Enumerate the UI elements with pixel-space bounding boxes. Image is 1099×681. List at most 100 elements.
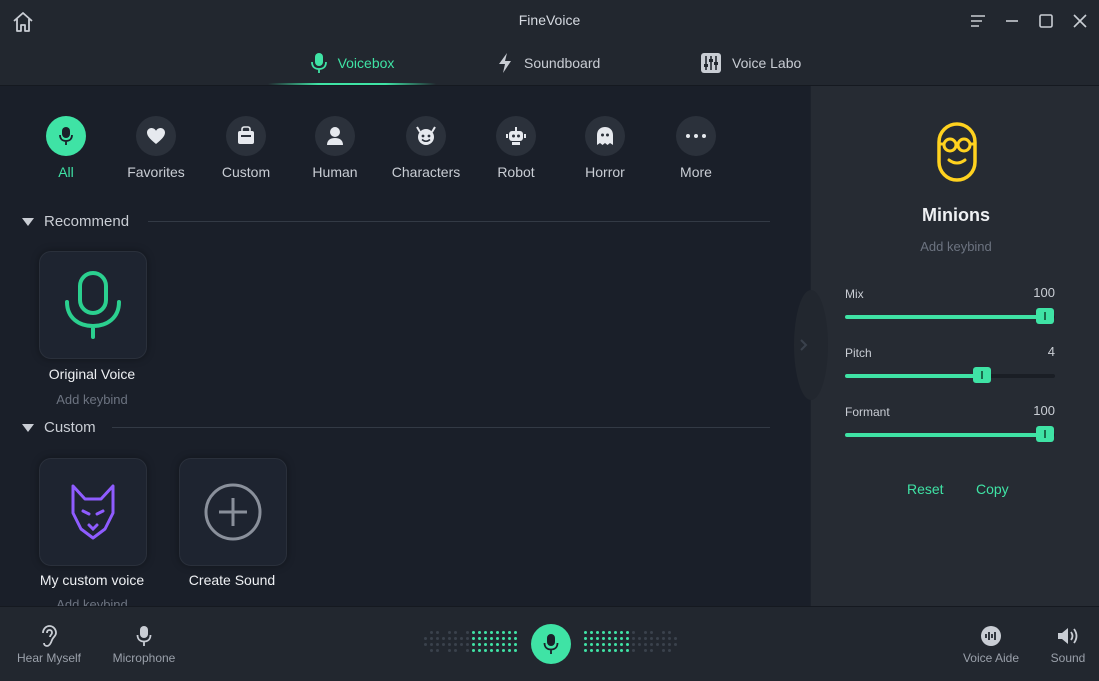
devil-icon <box>416 126 436 145</box>
add-keybind-link[interactable]: Add keybind <box>22 392 162 407</box>
voice-card-original-voice[interactable] <box>39 251 147 359</box>
slider-thumb[interactable] <box>1035 308 1054 324</box>
level-dot <box>472 643 475 646</box>
category-favorites[interactable]: Favorites <box>116 116 196 180</box>
category-characters[interactable]: Characters <box>386 116 466 180</box>
level-dot <box>460 631 463 634</box>
level-dot <box>430 649 433 652</box>
section-recommend-toggle[interactable]: Recommend <box>22 213 129 230</box>
sound-button[interactable]: Sound <box>1040 625 1096 665</box>
voice-aide-button[interactable]: Voice Aide <box>956 625 1026 665</box>
level-dot <box>454 649 457 652</box>
level-dot <box>620 637 623 640</box>
category-more[interactable]: More <box>656 116 736 180</box>
level-dot <box>608 649 611 652</box>
section-custom-toggle[interactable]: Custom <box>22 419 96 436</box>
tab-voicebox-label: Voicebox <box>337 55 395 71</box>
level-dot <box>656 649 659 652</box>
level-dot <box>644 649 647 652</box>
hear-myself-button[interactable]: Hear Myself <box>14 625 84 665</box>
tab-soundboard-label: Soundboard <box>524 55 601 71</box>
level-dot <box>430 643 433 646</box>
formant-value: 100 <box>1033 403 1055 418</box>
level-dot <box>632 637 635 640</box>
level-dot <box>608 637 611 640</box>
level-dot <box>584 643 587 646</box>
level-dot <box>662 649 665 652</box>
level-dot <box>626 631 629 634</box>
copy-button[interactable]: Copy <box>976 481 1009 497</box>
slider-thumb[interactable] <box>972 367 991 383</box>
microphone-button[interactable]: Microphone <box>109 625 179 665</box>
level-dot <box>478 637 481 640</box>
level-dot <box>424 637 427 640</box>
category-human[interactable]: Human <box>295 116 375 180</box>
mic-toggle-button[interactable] <box>531 624 571 664</box>
voice-card-my-custom-voice[interactable] <box>39 458 147 566</box>
voice-card-title: My custom voice <box>39 572 145 588</box>
bottom-bar: Hear Myself Microphone Voice Aide Sound <box>0 606 1099 681</box>
level-dot <box>668 643 671 646</box>
voice-aide-icon <box>981 626 1001 646</box>
slider-thumb[interactable] <box>1035 426 1054 442</box>
menu-icon[interactable] <box>967 10 989 32</box>
pitch-value: 4 <box>1047 344 1055 359</box>
level-dot <box>490 637 493 640</box>
category-horror[interactable]: Horror <box>565 116 645 180</box>
level-dot <box>638 637 641 640</box>
level-dot <box>454 643 457 646</box>
level-dot <box>584 631 587 634</box>
level-dot <box>484 637 487 640</box>
level-dot <box>496 643 499 646</box>
level-dot <box>430 631 433 634</box>
level-dot <box>442 631 445 634</box>
level-dot <box>614 637 617 640</box>
slider-fill <box>845 374 982 378</box>
level-dot <box>448 643 451 646</box>
level-dot <box>590 637 593 640</box>
category-all[interactable]: All <box>26 116 106 180</box>
level-dot <box>614 649 617 652</box>
reset-button[interactable]: Reset <box>907 481 944 497</box>
formant-slider[interactable] <box>845 426 1055 442</box>
input-level-meter-left <box>424 631 517 652</box>
level-dot <box>638 649 641 652</box>
tab-soundboard[interactable]: Soundboard <box>496 42 600 84</box>
collapse-triangle-icon <box>22 423 34 432</box>
level-dot <box>472 637 475 640</box>
tab-voicelabo[interactable]: Voice Labo <box>700 42 801 84</box>
level-dot <box>614 643 617 646</box>
panel-collapse-handle[interactable] <box>794 290 828 400</box>
level-dot <box>608 631 611 634</box>
minimize-icon[interactable] <box>1001 10 1023 32</box>
level-dot <box>620 631 623 634</box>
level-dot <box>656 637 659 640</box>
level-dot <box>436 643 439 646</box>
ear-icon <box>42 625 57 647</box>
pitch-label: Pitch <box>845 346 872 360</box>
level-dot <box>596 631 599 634</box>
mix-slider[interactable] <box>845 308 1055 324</box>
tab-voicebox[interactable]: Voicebox <box>268 42 436 85</box>
level-dot <box>620 649 623 652</box>
level-dot <box>602 631 605 634</box>
level-dot <box>614 631 617 634</box>
ellipsis-icon <box>686 134 706 138</box>
slider-fill <box>845 433 1045 437</box>
category-robot[interactable]: Robot <box>476 116 556 180</box>
voice-settings-panel: Minions Add keybind Mix 100 Pitch 4 Form… <box>811 86 1099 606</box>
category-label: More <box>680 164 712 180</box>
level-dot <box>478 643 481 646</box>
close-icon[interactable] <box>1069 10 1091 32</box>
level-dot <box>644 631 647 634</box>
level-dot <box>478 649 481 652</box>
add-keybind-link[interactable]: Add keybind <box>811 239 1099 254</box>
level-dot <box>442 637 445 640</box>
section-divider <box>148 221 770 222</box>
section-title: Custom <box>44 419 96 436</box>
create-sound-button[interactable] <box>179 458 287 566</box>
pitch-slider[interactable] <box>845 367 1055 383</box>
maximize-icon[interactable] <box>1035 10 1057 32</box>
level-dot <box>508 649 511 652</box>
category-custom[interactable]: Custom <box>206 116 286 180</box>
